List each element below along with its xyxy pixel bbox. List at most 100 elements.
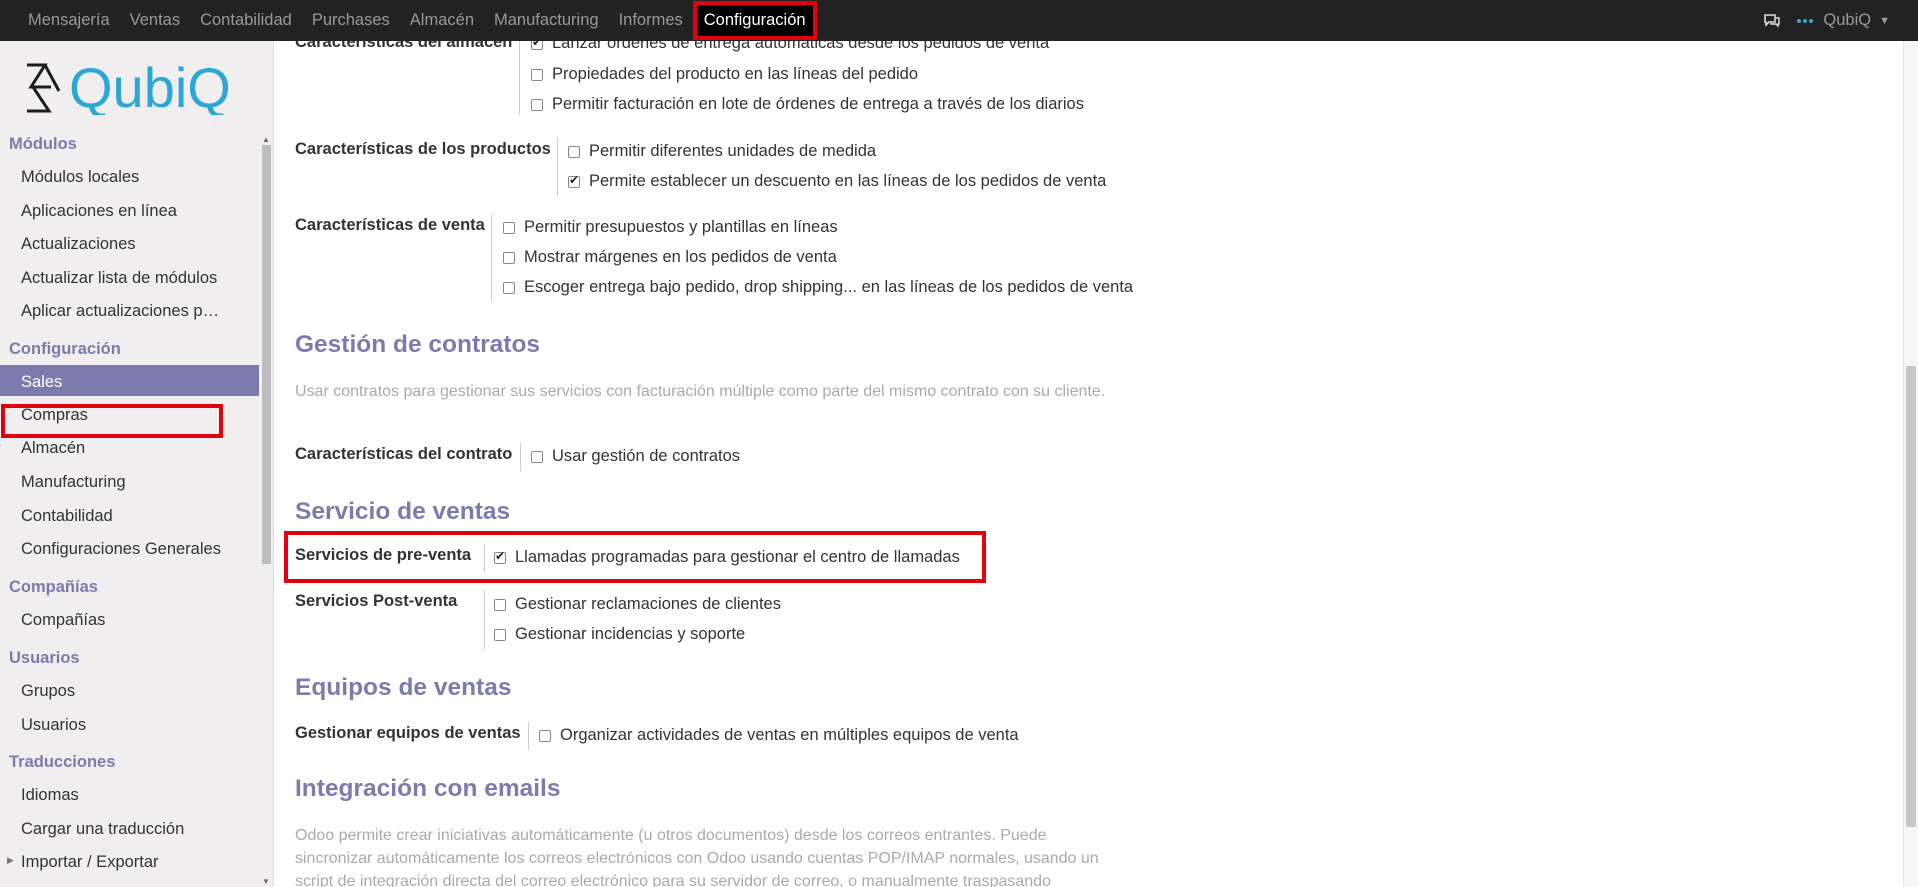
sidebar-item-aplicaciones-en-linea[interactable]: Aplicaciones en línea [21,202,177,221]
option-propiedades-producto[interactable]: Propiedades del producto en las líneas d… [531,65,918,84]
checkbox[interactable] [503,281,515,294]
label-caracteristicas-almacen: Características del almacén [295,41,513,51]
desc-contratos: Usar contratos para gestionar sus servic… [295,383,1106,400]
option-unidades-medida[interactable]: Permitir diferentes unidades de medida [568,142,876,161]
divider [528,722,529,750]
sidebar-item-cargar-traduccion[interactable]: Cargar una traducción [21,820,184,839]
user-name[interactable]: QubiQ [1823,11,1871,30]
menu-contabilidad[interactable]: Contabilidad [190,0,302,41]
checkbox[interactable] [494,549,506,564]
checkbox[interactable] [539,729,551,742]
sidebar-scrollbar[interactable]: ▲ ▼ [261,135,272,887]
option-llamadas-programadas[interactable]: Llamadas programadas para gestionar el c… [494,548,960,567]
menu-purchases[interactable]: Purchases [302,0,400,41]
expand-triangle-icon[interactable]: ▶ [7,855,14,866]
option-label: Permitir diferentes unidades de medida [589,142,877,160]
main-scroll-thumb[interactable] [1906,366,1916,827]
logo-text: QubiQ [69,61,231,115]
sidebar-item-compras[interactable]: Compras [21,406,88,425]
sidebar-item-configuraciones-generales[interactable]: Configuraciones Generales [21,540,221,559]
scroll-down-icon[interactable]: ▼ [262,877,270,886]
label-caracteristicas-contrato: Características del contrato [295,445,513,463]
option-label: Mostrar márgenes en los pedidos de venta [524,248,837,266]
option-label: Permite establecer un descuento en las l… [589,172,1107,190]
menu-manufacturing[interactable]: Manufacturing [484,0,609,41]
option-organizar-equipos[interactable]: Organizar actividades de ventas en múlti… [539,726,1019,745]
checkbox[interactable] [531,98,543,111]
sidebar-item-grupos[interactable]: Grupos [21,682,75,701]
checkbox[interactable] [568,173,580,188]
sidebar-item-aplicar-actualizaciones[interactable]: Aplicar actualizaciones p… [21,302,219,321]
menu-informes[interactable]: Informes [609,0,693,41]
option-label: Propiedades del producto en las líneas d… [552,65,919,83]
checkbox[interactable] [503,221,515,234]
option-label: Organizar actividades de ventas en múlti… [560,726,1019,744]
option-label: Permitir presupuestos y plantillas en lí… [524,218,838,236]
sidebar-item-modulos-locales[interactable]: Módulos locales [21,168,139,187]
sidebar-item-companias[interactable]: Compañías [21,611,105,630]
checkbox[interactable] [494,598,506,611]
checkbox[interactable] [531,68,543,81]
menu-ventas[interactable]: Ventas [120,0,190,41]
scroll-up-icon[interactable]: ▲ [262,135,270,144]
option-mostrar-margenes[interactable]: Mostrar márgenes en los pedidos de venta [503,248,837,267]
main-scrollbar[interactable] [1903,41,1918,887]
sidebar-item-importar-exportar[interactable]: Importar / Exportar [21,853,159,872]
checkbox[interactable] [531,450,543,463]
sidebar: QubiQ Módulos Módulos locales Aplicacion… [0,41,274,887]
section-traducciones[interactable]: Traducciones [9,753,115,772]
menu-mensajeria[interactable]: Mensajería [18,0,120,41]
divider [520,443,521,471]
sidebar-scroll-thumb[interactable] [262,145,271,564]
option-reclamaciones[interactable]: Gestionar reclamaciones de clientes [494,595,781,614]
section-configuracion[interactable]: Configuración [9,340,121,359]
heading-equipos-ventas: Equipos de ventas [295,674,512,701]
option-label: Permitir facturación en lote de órdenes … [552,95,1084,113]
user-area: QubiQ ▼ [1763,0,1890,41]
label-servicios-postventa: Servicios Post-venta [295,592,458,610]
section-modulos[interactable]: Módulos [9,135,77,154]
option-incidencias-soporte[interactable]: Gestionar incidencias y soporte [494,625,745,644]
checkbox[interactable] [568,145,580,158]
sidebar-item-sales[interactable]: Sales [21,373,62,392]
option-presupuestos-plantillas[interactable]: Permitir presupuestos y plantillas en lí… [503,218,838,237]
sidebar-item-usuarios[interactable]: Usuarios [21,716,86,735]
option-lanzar-ordenes[interactable]: Lanzar órdenes de entrega automáticas de… [531,41,1049,53]
menu-configuracion[interactable]: Configuración [692,1,817,40]
heading-servicio-ventas: Servicio de ventas [295,498,511,525]
option-label: Lanzar órdenes de entrega automáticas de… [552,41,1050,52]
sidebar-item-actualizaciones[interactable]: Actualizaciones [21,235,136,254]
option-label: Gestionar incidencias y soporte [515,625,746,643]
divider [519,41,520,115]
sidebar-item-contabilidad[interactable]: Contabilidad [21,507,113,526]
heading-integracion-emails: Integración con emails [295,775,561,802]
avatar[interactable] [1797,16,1819,26]
settings-form: Características del almacén Lanzar órden… [275,41,1903,887]
option-gestion-contratos[interactable]: Usar gestión de contratos [531,447,740,466]
option-descuento-lineas[interactable]: Permite establecer un descuento en las l… [568,172,1106,191]
option-facturacion-lote[interactable]: Permitir facturación en lote de órdenes … [531,95,1084,114]
option-label: Usar gestión de contratos [552,447,741,465]
section-companias[interactable]: Compañías [9,578,98,597]
chevron-down-icon[interactable]: ▼ [1879,15,1890,27]
sidebar-item-almacen[interactable]: Almacén [21,439,85,458]
divider [557,138,558,196]
sidebar-item-manufacturing[interactable]: Manufacturing [21,473,126,492]
option-label: Escoger entrega bajo pedido, drop shippi… [524,278,1134,296]
option-label: Gestionar reclamaciones de clientes [515,595,781,613]
sidebar-item-actualizar-lista[interactable]: Actualizar lista de módulos [21,269,217,288]
label-caracteristicas-productos: Características de los productos [295,140,551,158]
label-gestionar-equipos: Gestionar equipos de ventas [295,724,521,742]
sidebar-item-idiomas[interactable]: Idiomas [21,786,79,805]
checkbox[interactable] [494,628,506,641]
checkbox[interactable] [503,251,515,264]
option-drop-shipping[interactable]: Escoger entrega bajo pedido, drop shippi… [503,278,1133,297]
label-servicios-preventa: Servicios de pre-venta [295,546,472,564]
checkbox[interactable] [531,41,543,50]
section-usuarios[interactable]: Usuarios [9,649,80,668]
label-caracteristicas-venta: Características de venta [295,216,485,234]
top-navbar: Mensajería Ventas Contabilidad Purchases… [0,0,1918,41]
heading-gestion-contratos: Gestión de contratos [295,331,541,358]
menu-almacen[interactable]: Almacén [400,0,484,41]
chat-icon[interactable] [1763,12,1781,30]
